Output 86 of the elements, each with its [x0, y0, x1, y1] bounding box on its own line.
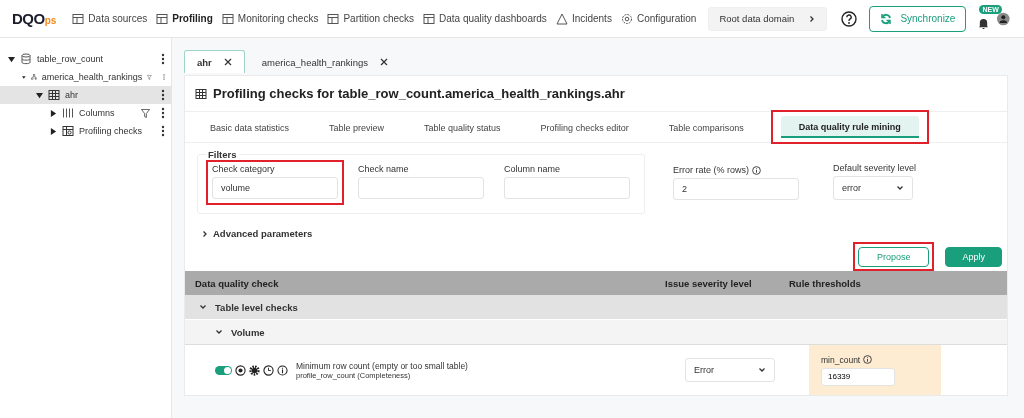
target-icon[interactable]: [235, 364, 246, 376]
table-search-icon: [62, 125, 74, 137]
synchronize-button[interactable]: Synchronize: [869, 5, 967, 32]
clock-icon[interactable]: [263, 364, 274, 376]
filter-icon[interactable]: [141, 108, 150, 118]
table-icon: [72, 12, 85, 25]
threshold-input[interactable]: 16339: [821, 367, 895, 386]
more-icon[interactable]: [161, 89, 165, 101]
table-icon: [156, 12, 169, 25]
nav-link[interactable]: Profiling: [156, 12, 213, 25]
help-icon[interactable]: [841, 10, 858, 27]
field-label: Default severity level: [833, 163, 917, 173]
caret-icon[interactable]: [50, 109, 57, 117]
table-icon: [195, 87, 207, 100]
info-icon: [752, 165, 761, 175]
table-icon: [48, 89, 60, 101]
close-icon[interactable]: [223, 58, 232, 66]
tab[interactable]: Table comparisons: [661, 116, 751, 138]
hierarchy-icon: [30, 71, 37, 83]
tree-item[interactable]: Columns: [0, 104, 171, 122]
field-label: Check category: [212, 164, 276, 174]
tab[interactable]: Profiling checks editor: [533, 116, 636, 138]
severity-dropdown[interactable]: Error: [685, 358, 775, 382]
tree-item[interactable]: table_row_count: [0, 50, 171, 68]
chevron-down-icon[interactable]: [758, 366, 766, 374]
nav-link[interactable]: Partition checks: [327, 12, 414, 25]
info-icon: [863, 355, 873, 364]
chevron-right-icon[interactable]: [201, 229, 209, 238]
threshold-label: min_count: [821, 354, 941, 365]
more-icon[interactable]: [161, 53, 165, 65]
column-header: Data quality check: [194, 277, 280, 289]
settings-icon: [620, 12, 633, 25]
field-label: Error rate (% rows): [673, 165, 799, 175]
bell-icon[interactable]: [978, 16, 990, 30]
database-icon: [20, 53, 32, 65]
group-label[interactable]: Table level checks: [215, 301, 298, 313]
chevron-down-icon[interactable]: [215, 328, 223, 336]
category-label[interactable]: Volume: [231, 326, 265, 338]
tree-item[interactable]: Profiling checks: [0, 122, 171, 140]
tab[interactable]: Data quality rule mining: [780, 116, 919, 138]
column-header: Rule thresholds: [789, 277, 862, 289]
page-tab[interactable]: america_health_rankings: [248, 50, 401, 73]
more-icon[interactable]: [161, 125, 165, 137]
advanced-parameters-toggle[interactable]: Advanced parameters: [213, 228, 313, 239]
tab[interactable]: Basic data statistics: [203, 116, 297, 138]
more-icon[interactable]: [161, 107, 165, 119]
nav-link[interactable]: Data quality dashboards: [423, 12, 547, 25]
warning-icon: [555, 12, 568, 25]
field-label: Check name: [358, 164, 410, 174]
table-icon: [423, 12, 435, 25]
input-field[interactable]: volume: [212, 177, 338, 199]
caret-icon[interactable]: [36, 91, 43, 99]
domain-button[interactable]: Root data domain: [708, 6, 828, 31]
caret-icon[interactable]: [8, 55, 15, 63]
action-button[interactable]: Propose: [857, 247, 930, 267]
nav-link[interactable]: Incidents: [555, 12, 612, 25]
nav-link[interactable]: Data sources: [72, 12, 148, 25]
input-field[interactable]: [504, 177, 630, 199]
tab[interactable]: Table quality status: [417, 116, 508, 138]
chevron-down-icon[interactable]: [199, 303, 207, 311]
caret-icon[interactable]: [50, 127, 57, 135]
logo[interactable]: DQOps: [12, 10, 57, 27]
tree-item[interactable]: ahr: [0, 86, 171, 104]
toggle-switch[interactable]: [215, 365, 232, 375]
close-icon[interactable]: [379, 58, 388, 66]
tree-item[interactable]: america_health_rankings: [0, 68, 171, 86]
table-icon: [221, 12, 234, 25]
severity-dropdown[interactable]: error: [833, 176, 913, 200]
caret-icon[interactable]: [22, 73, 26, 81]
info-icon[interactable]: [277, 364, 288, 376]
table-icon: [327, 12, 340, 25]
nav-link[interactable]: Monitoring checks: [221, 12, 319, 25]
input-field[interactable]: 2: [673, 178, 799, 200]
sync-icon: [880, 12, 893, 25]
page-tab[interactable]: ahr: [184, 50, 245, 73]
check-name: Minimum row count (empty or too small table): [296, 360, 468, 371]
column-header: Issue severity level: [665, 277, 753, 289]
columns-icon: [62, 107, 74, 119]
page-title: Profiling checks for table_row_count.america_health_rankings.ahr: [185, 76, 1007, 112]
filters-legend: Filters: [206, 149, 239, 160]
input-field[interactable]: [358, 177, 484, 199]
chevron-down-icon[interactable]: [896, 184, 904, 192]
field-label: Column name: [504, 164, 562, 174]
settings-icon[interactable]: [249, 364, 260, 376]
tab[interactable]: Table preview: [322, 116, 392, 138]
nav-link[interactable]: Configuration: [620, 12, 697, 25]
